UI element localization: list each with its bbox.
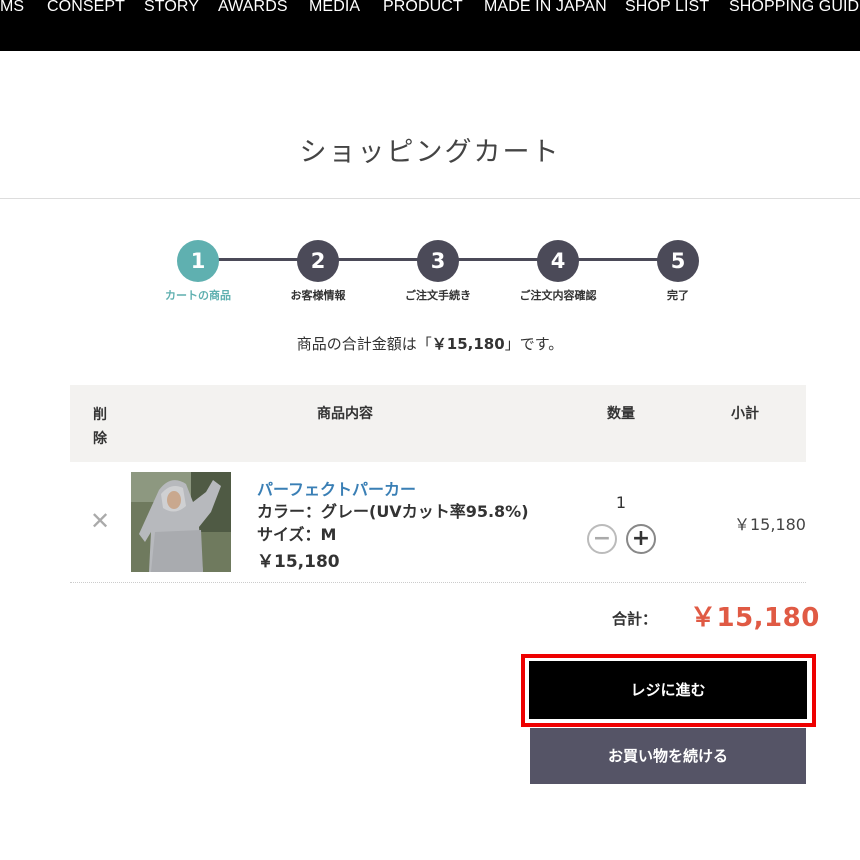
quantity-value: 1 — [615, 493, 627, 512]
nav-item-made-in-japan[interactable]: MADE IN JAPAN — [484, 0, 607, 16]
quantity-decrease-button[interactable]: − — [587, 524, 617, 554]
cart-table-header: 削除 商品内容 数量 小計 — [70, 385, 806, 462]
nav-item-items[interactable]: MS — [0, 0, 24, 16]
step-label: ご注文手続き — [405, 289, 471, 302]
total-message-prefix: 商品の合計金額は「 — [296, 335, 432, 353]
row-divider — [70, 582, 806, 583]
step-cart: 1 カートの商品 — [143, 240, 253, 303]
cart-total-message: 商品の合計金額は「￥15,180」です。 — [0, 333, 860, 354]
grand-total-value: ￥15,180 — [690, 603, 820, 633]
nav-item-shop-list[interactable]: SHOP LIST — [625, 0, 709, 16]
product-photo — [131, 472, 231, 572]
header-product: 商品内容 — [317, 406, 373, 422]
header-quantity: 数量 — [607, 406, 635, 422]
product-color: カラー：グレー(UVカット率95.8%) — [257, 502, 529, 521]
top-navigation: MS CONSEPT STORY AWARDS MEDIA PRODUCT MA… — [0, 0, 860, 51]
header-subtotal: 小計 — [731, 406, 759, 422]
step-label: カートの商品 — [165, 289, 231, 302]
step-number: 4 — [537, 240, 579, 282]
quantity-increase-button[interactable]: + — [626, 524, 656, 554]
product-name-link[interactable]: パーフェクトパーカー — [257, 476, 416, 500]
grand-total-label: 合計： — [612, 610, 658, 628]
nav-item-story[interactable]: STORY — [144, 0, 199, 16]
page-title: ショッピングカート — [299, 137, 561, 168]
step-order-confirm: 4 ご注文内容確認 — [503, 240, 613, 303]
step-number: 3 — [417, 240, 459, 282]
row-subtotal: ￥15,180 — [734, 515, 806, 534]
total-message-suffix: 」です。 — [504, 335, 564, 353]
nav-item-product[interactable]: PRODUCT — [383, 0, 463, 16]
product-price: ￥15,180 — [257, 552, 340, 572]
step-complete: 5 完了 — [623, 240, 733, 303]
checkout-button[interactable]: レジに進む — [529, 661, 807, 719]
nav-item-consept[interactable]: CONSEPT — [47, 0, 125, 16]
remove-item-icon[interactable]: ✕ — [89, 509, 111, 533]
nav-item-awards[interactable]: AWARDS — [218, 0, 288, 16]
nav-item-shopping-guide[interactable]: SHOPPING GUID — [729, 0, 859, 16]
product-size: サイズ：M — [257, 525, 337, 544]
step-label: お客様情報 — [290, 289, 346, 302]
step-number: 1 — [177, 240, 219, 282]
step-order-procedure: 3 ご注文手続き — [383, 240, 493, 303]
step-number: 5 — [657, 240, 699, 282]
step-label: 完了 — [667, 289, 689, 302]
step-customer-info: 2 お客様情報 — [263, 240, 373, 303]
title-divider — [0, 198, 860, 199]
product-thumbnail[interactable] — [131, 472, 231, 572]
total-message-amount: ￥15,180 — [431, 335, 505, 353]
step-label: ご注文内容確認 — [519, 289, 597, 302]
step-number: 2 — [297, 240, 339, 282]
continue-shopping-button[interactable]: お買い物を続ける — [530, 728, 806, 784]
nav-item-media[interactable]: MEDIA — [309, 0, 360, 16]
